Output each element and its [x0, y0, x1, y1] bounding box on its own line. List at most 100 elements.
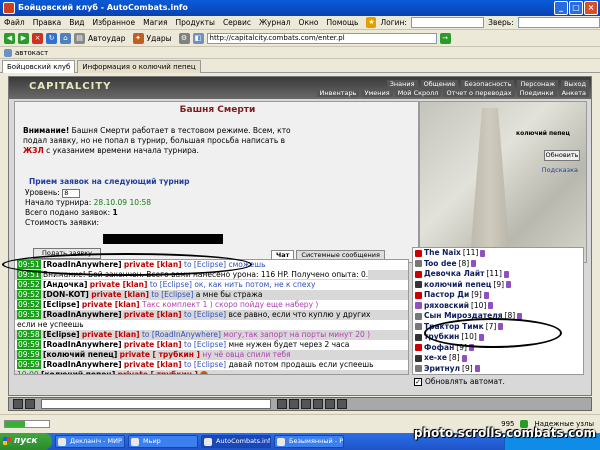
home-icon[interactable]: ⌂ — [60, 33, 71, 44]
info-icon[interactable] — [474, 365, 480, 373]
chat-private-tag[interactable]: private [klan] — [82, 330, 140, 339]
hits-button[interactable]: Удары — [147, 34, 172, 43]
forward-icon[interactable]: ▶ — [18, 33, 29, 44]
clear-icon[interactable] — [13, 399, 23, 409]
menu-edit[interactable]: Правка — [29, 16, 66, 30]
user-name[interactable]: Эритнул — [424, 364, 460, 375]
tab-user-info[interactable]: Информация о колючий пепец — [77, 59, 201, 73]
exit-icon[interactable] — [337, 399, 347, 409]
maximize-button[interactable]: □ — [569, 1, 583, 15]
chat-recipient[interactable]: to [Eclipse] — [184, 340, 226, 349]
menu-service[interactable]: Сервис — [219, 16, 255, 30]
start-button[interactable]: пуск — [0, 433, 52, 450]
nav-exit[interactable]: Выход — [561, 80, 589, 88]
chat-author[interactable]: [Eclipse] — [43, 330, 80, 339]
info-icon[interactable] — [503, 270, 509, 278]
address-field[interactable]: http://capitalcity.combats.com/enter.pl — [206, 33, 437, 44]
user-list-item[interactable]: Эритнул [9] — [413, 364, 583, 375]
refresh-button[interactable]: Обновить — [544, 150, 580, 161]
user-list-item[interactable]: Пастор Ди [9] — [413, 290, 583, 301]
favorite-item[interactable]: автокаст — [15, 49, 48, 57]
hint-link[interactable]: Подсказка — [542, 166, 578, 174]
tab-fight-club[interactable]: Бойцовский клуб — [2, 59, 76, 73]
translit-icon[interactable] — [289, 399, 299, 409]
menu-file[interactable]: Файл — [0, 16, 29, 30]
print-icon[interactable]: ▤ — [74, 33, 85, 44]
menu-products[interactable]: Продукты — [172, 16, 219, 30]
nav-skills[interactable]: Умения — [361, 89, 393, 97]
info-icon[interactable] — [488, 302, 494, 310]
back-icon[interactable]: ◀ — [4, 33, 15, 44]
user-name[interactable]: ряховский — [424, 301, 469, 312]
user-name[interactable]: хе-хе — [424, 353, 447, 364]
chat-private-tag[interactable]: private [klan] — [82, 300, 140, 309]
chat-private-tag[interactable]: private [klan] — [90, 280, 148, 289]
clock-icon[interactable] — [325, 399, 335, 409]
chat-private-tag[interactable]: private [ трубкин ] — [120, 350, 200, 359]
nav-communication[interactable]: Общение — [420, 80, 459, 88]
info-icon[interactable] — [480, 249, 486, 257]
auto-update-toggle[interactable]: ✓ Обновлять автомат. — [414, 377, 505, 386]
chat-author[interactable]: [RoadInAnywhere] — [43, 360, 122, 369]
chat-author[interactable]: [колючий пепец] — [43, 350, 117, 359]
nav-character[interactable]: Персонаж — [517, 80, 559, 88]
close-button[interactable]: × — [584, 1, 598, 15]
nav-fights[interactable]: Поединки — [516, 89, 557, 97]
minimize-button[interactable]: _ — [554, 1, 568, 15]
user-name[interactable]: колючий пепец — [424, 280, 491, 291]
filter-icon[interactable] — [301, 399, 311, 409]
chat-input[interactable] — [41, 399, 271, 409]
chat-recipient[interactable]: to [Eclipse] — [184, 310, 226, 319]
user-list-item[interactable]: ряховский [10] — [413, 301, 583, 312]
nav-profile[interactable]: Анкета — [558, 89, 589, 97]
sound-icon[interactable] — [313, 399, 323, 409]
nav-security[interactable]: Безопасность — [461, 80, 515, 88]
go-icon[interactable]: → — [439, 33, 451, 44]
chat-author[interactable]: [DON-KOT] — [43, 290, 89, 299]
chat-author[interactable]: [Андочка] — [43, 280, 87, 289]
menu-magic[interactable]: Магия — [139, 16, 171, 30]
info-icon[interactable] — [461, 354, 467, 362]
stop-icon[interactable]: × — [32, 33, 43, 44]
chat-recipient[interactable]: to [RoadInAnywhere] — [142, 330, 221, 339]
user-name[interactable]: The Naix — [424, 248, 461, 259]
chat-recipient[interactable]: to [Eclipse] — [184, 360, 226, 369]
smiles-icon[interactable] — [25, 399, 35, 409]
chat-private-tag[interactable]: private [ трубкин ] — [118, 370, 198, 374]
nav-my-scroll[interactable]: Мой Скролл — [394, 89, 442, 97]
chat-author[interactable]: [RoadInAnywhere] — [43, 340, 122, 349]
user-list-item[interactable]: Девочка Лайт [11] — [413, 269, 583, 280]
info-icon[interactable] — [506, 281, 512, 289]
task-opera[interactable]: Декланіч - МИР - Opera — [55, 435, 125, 448]
login-field[interactable] — [410, 17, 485, 28]
nav-inventory[interactable]: Инвентарь — [316, 89, 360, 97]
jzl-link[interactable]: ЖЗЛ — [23, 146, 44, 155]
user-list-item[interactable]: Too dee [8] — [413, 259, 583, 270]
info-icon[interactable] — [483, 291, 489, 299]
chat-author[interactable]: [Eclipse] — [43, 300, 80, 309]
level-select[interactable]: 8 — [62, 188, 81, 198]
chat-private-tag[interactable]: private [klan] — [91, 290, 149, 299]
nav-knowledge[interactable]: Знания — [386, 80, 418, 88]
user-list-item[interactable]: The Naix [11] — [413, 248, 583, 259]
user-list-item[interactable]: хе-хе [8] — [413, 353, 583, 364]
chat-recipient[interactable]: to [Eclipse] — [150, 280, 192, 289]
user-name[interactable]: Девочка Лайт — [424, 269, 484, 280]
user-name[interactable]: Пастор Ди — [424, 290, 469, 301]
chat-author[interactable]: [RoadInAnywhere] — [43, 310, 122, 319]
auto-update-checkbox[interactable]: ✓ — [414, 377, 422, 386]
task-paint[interactable]: Безымянный - Paint — [274, 435, 344, 448]
refresh-icon[interactable]: ↻ — [46, 33, 57, 44]
send-icon[interactable] — [277, 399, 287, 409]
user-list-item[interactable]: колючий пепец [9] — [413, 280, 583, 291]
task-autocombats[interactable]: AutoCombats.info — [201, 435, 271, 448]
task-mir[interactable]: Мьир — [128, 435, 198, 448]
settings-icon[interactable]: ⚙ — [178, 33, 190, 44]
chat-private-tag[interactable]: private [klan] — [124, 340, 182, 349]
menu-favorites[interactable]: Избранное — [89, 16, 140, 30]
user-name[interactable]: Too dee — [424, 259, 457, 270]
autoattack-button[interactable]: Автоудар — [88, 34, 126, 43]
chat-private-tag[interactable]: private [klan] — [124, 310, 182, 319]
chat-author[interactable]: [колючий пепец] — [41, 370, 115, 374]
info-icon[interactable] — [471, 260, 477, 268]
